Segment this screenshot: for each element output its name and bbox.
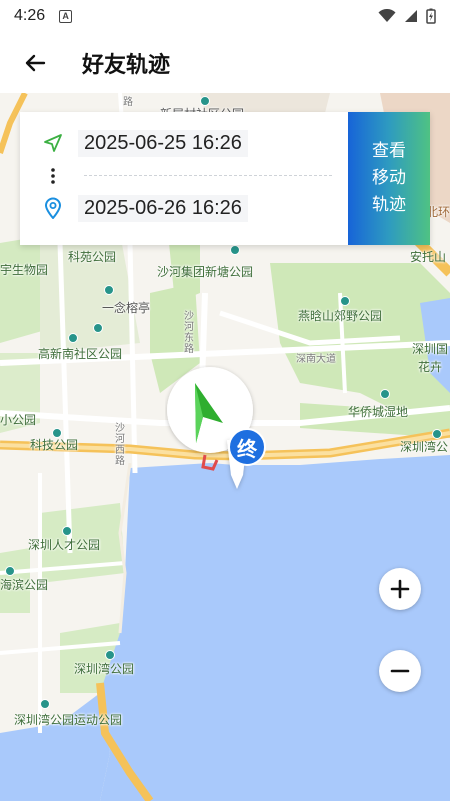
zoom-in-button[interactable] xyxy=(379,568,421,610)
vertical-dots-icon xyxy=(38,167,68,185)
end-marker: 终 xyxy=(228,428,266,466)
map-label: 深南大道 xyxy=(296,354,336,365)
poi-marker xyxy=(40,699,50,709)
view-track-label: 查看移动轨迹 xyxy=(372,141,406,215)
map-label: 华侨城湿地 xyxy=(348,405,409,419)
map-label: 安托山 xyxy=(410,250,447,264)
map-label: 科苑公园 xyxy=(68,250,117,264)
time-range-card: 2025-06-25 16:26 2025-06-26 16:26 查看移动轨迹 xyxy=(20,112,430,245)
time-separator xyxy=(38,160,332,191)
back-button[interactable] xyxy=(0,32,70,93)
map-label: 花卉 xyxy=(418,360,443,374)
map-label: 深圳湾公园运动公园 xyxy=(14,713,123,727)
status-icons xyxy=(378,8,436,24)
arrow-left-icon xyxy=(25,54,46,71)
map-label: 沙河东路 xyxy=(184,311,194,355)
location-pin-icon xyxy=(38,197,68,219)
screen: 4:26 A 好友轨迹 路 北环 宇生物园 科苑公园 沙河集团新塘公园 安托山 … xyxy=(0,0,450,801)
map-label: 沙河西路 xyxy=(115,423,125,467)
poi-marker xyxy=(52,428,62,438)
time-rows: 2025-06-25 16:26 2025-06-26 16:26 xyxy=(20,112,348,245)
dashed-divider xyxy=(84,175,332,176)
start-time-row[interactable]: 2025-06-25 16:26 xyxy=(38,126,332,160)
map-label: 深圳湾公 xyxy=(400,440,449,454)
map-label: 深圳湾公园 xyxy=(74,662,135,676)
minus-icon xyxy=(390,669,410,673)
map-label: 高新南社区公园 xyxy=(38,347,123,361)
end-marker-label: 终 xyxy=(237,436,257,461)
map-label: 一念榕亭 xyxy=(102,301,151,315)
notification-a-icon: A xyxy=(59,9,73,23)
poi-marker xyxy=(104,285,114,295)
plus-icon xyxy=(390,579,410,599)
map-label: 深圳人才公园 xyxy=(28,538,101,552)
map-label: 宇生物园 xyxy=(0,263,49,277)
poi-marker xyxy=(200,96,210,106)
send-arrow-icon xyxy=(38,133,68,153)
page-title: 好友轨迹 xyxy=(82,52,171,78)
map-label: 科技公园 xyxy=(30,438,79,452)
signal-icon xyxy=(405,10,417,22)
app-bar: 好友轨迹 xyxy=(0,32,450,93)
wifi-icon xyxy=(378,9,396,22)
status-bar: 4:26 A xyxy=(0,0,450,32)
poi-marker xyxy=(105,650,115,660)
map-label: 小公园 xyxy=(0,413,37,427)
poi-marker xyxy=(93,323,103,333)
poi-marker xyxy=(380,389,390,399)
status-time: 4:26 xyxy=(14,7,46,24)
poi-marker xyxy=(68,333,78,343)
poi-marker xyxy=(230,245,240,255)
map-label: 燕晗山郊野公园 xyxy=(298,309,383,323)
poi-marker xyxy=(340,296,350,306)
map-label: 路 xyxy=(123,97,133,108)
battery-icon xyxy=(426,8,436,24)
start-time[interactable]: 2025-06-25 16:26 xyxy=(78,129,248,157)
end-time-row[interactable]: 2025-06-26 16:26 xyxy=(38,191,332,225)
poi-marker xyxy=(62,526,72,536)
view-track-button[interactable]: 查看移动轨迹 xyxy=(348,112,430,245)
poi-marker xyxy=(5,566,15,576)
end-time[interactable]: 2025-06-26 16:26 xyxy=(78,194,248,222)
map-label: 深圳国 xyxy=(412,342,449,356)
map-label: 海滨公园 xyxy=(0,578,49,592)
map-label: 沙河集团新塘公园 xyxy=(157,265,254,279)
poi-marker xyxy=(432,429,442,439)
zoom-out-button[interactable] xyxy=(379,650,421,692)
